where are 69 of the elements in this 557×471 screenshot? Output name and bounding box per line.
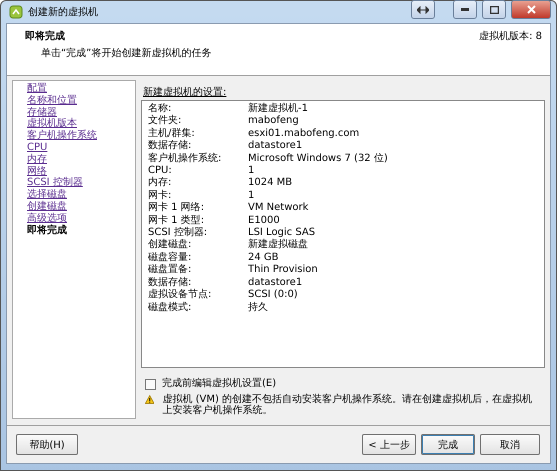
setting-value: Microsoft Windows 7 (32 位) xyxy=(248,152,389,166)
setting-value: 1 xyxy=(248,165,256,178)
setting-value: 1024 MB xyxy=(248,177,294,190)
minimize-button[interactable] xyxy=(453,0,477,19)
setting-label: CPU: xyxy=(148,165,173,176)
setting-label: 名称: xyxy=(148,103,172,114)
window-title: 创建新的虚拟机 xyxy=(28,6,99,19)
setting-value: datastore1 xyxy=(248,140,304,153)
cancel-button[interactable]: 取消 xyxy=(480,434,540,455)
setting-value: esxi01.mabofeng.com xyxy=(248,128,360,140)
step-link[interactable]: 名称和位置 xyxy=(27,94,77,107)
setting-label: 磁盘容量: xyxy=(148,252,192,264)
step-link[interactable]: 客户机操作系统 xyxy=(27,130,97,142)
help-button[interactable]: 帮助(H) xyxy=(16,434,78,455)
step-link[interactable]: 创建磁盘 xyxy=(27,200,67,213)
checkbox-label: 完成前编辑虚拟机设置(E) xyxy=(162,378,276,390)
step-link[interactable]: SCSI 控制器 xyxy=(27,177,83,190)
warning-icon xyxy=(145,394,154,406)
step-link[interactable]: CPU xyxy=(27,142,48,154)
setting-value: LSI Logic SAS xyxy=(248,227,316,238)
page-subtitle: 单击“完成”将开始创建新虚拟机的任务 xyxy=(41,46,212,60)
step-link[interactable]: 存储器 xyxy=(27,106,57,118)
setting-label: 网卡 1 类型: xyxy=(148,214,206,226)
arrows-icon xyxy=(417,6,429,14)
page-title: 即将完成 xyxy=(25,29,66,43)
setting-value: E1000 xyxy=(248,214,281,227)
setting-value: 新建虚拟机-1 xyxy=(248,103,309,115)
version-label: 虚拟机版本: 8 xyxy=(479,30,542,44)
checkbox[interactable] xyxy=(145,378,156,390)
setting-value: Thin Provision xyxy=(248,264,319,277)
step-link[interactable]: 网络 xyxy=(27,166,47,178)
setting-value: 持久 xyxy=(248,302,269,314)
setting-label: 数据存储: xyxy=(148,140,192,152)
setting-label: 磁盘置备: xyxy=(148,264,192,276)
setting-label: SCSI 控制器: xyxy=(148,227,208,238)
app-icon xyxy=(9,5,23,19)
close-icon xyxy=(526,5,536,14)
step-link[interactable]: 配置 xyxy=(27,83,47,95)
step-link[interactable]: 选择磁盘 xyxy=(27,189,67,201)
setting-label: 内存: xyxy=(148,177,172,190)
setting-label: 客户机操作系统: xyxy=(148,152,222,166)
setting-label: 网卡: xyxy=(148,190,172,202)
setting-value: datastore1 xyxy=(248,276,304,289)
setting-value: 1 xyxy=(248,190,256,202)
setting-label: 数据存储: xyxy=(148,276,192,288)
setting-value: 新建虚拟磁盘 xyxy=(248,239,309,252)
step-link[interactable]: 即将完成 xyxy=(27,224,67,236)
setting-label: 虚拟设备节点: xyxy=(148,289,212,302)
step-link[interactable]: 虚拟机版本 xyxy=(27,118,77,130)
setting-label: 文件夹: xyxy=(148,115,182,128)
warning-text: 虚拟机 (VM) 的创建不包括自动安装客户机操作系统。请在创建虚拟机后，在虚拟机上安装客户机操作系统。 xyxy=(162,394,534,416)
switch-button[interactable] xyxy=(411,0,435,19)
maximize-button[interactable] xyxy=(482,0,506,19)
maximize-icon xyxy=(490,6,498,14)
close-button[interactable] xyxy=(511,0,551,19)
step-link[interactable]: 内存 xyxy=(27,154,47,166)
setting-label: 磁盘模式: xyxy=(148,302,192,314)
finish-button[interactable]: 完成 xyxy=(421,434,475,455)
setting-label: 创建磁盘: xyxy=(148,239,192,252)
setting-value: VM Network xyxy=(248,202,310,215)
setting-value: 24 GB xyxy=(248,252,280,264)
back-button[interactable]: < 上一步 xyxy=(362,434,416,455)
setting-label: 网卡 1 网络: xyxy=(148,202,206,214)
setting-value: SCSI (0:0) xyxy=(248,289,299,302)
step-link[interactable]: 高级选项 xyxy=(27,212,67,225)
minimize-icon xyxy=(461,8,469,11)
settings-heading: 新建虚拟机的设置: xyxy=(143,86,226,99)
setting-label: 主机/群集: xyxy=(148,128,196,140)
setting-value: mabofeng xyxy=(248,115,300,128)
